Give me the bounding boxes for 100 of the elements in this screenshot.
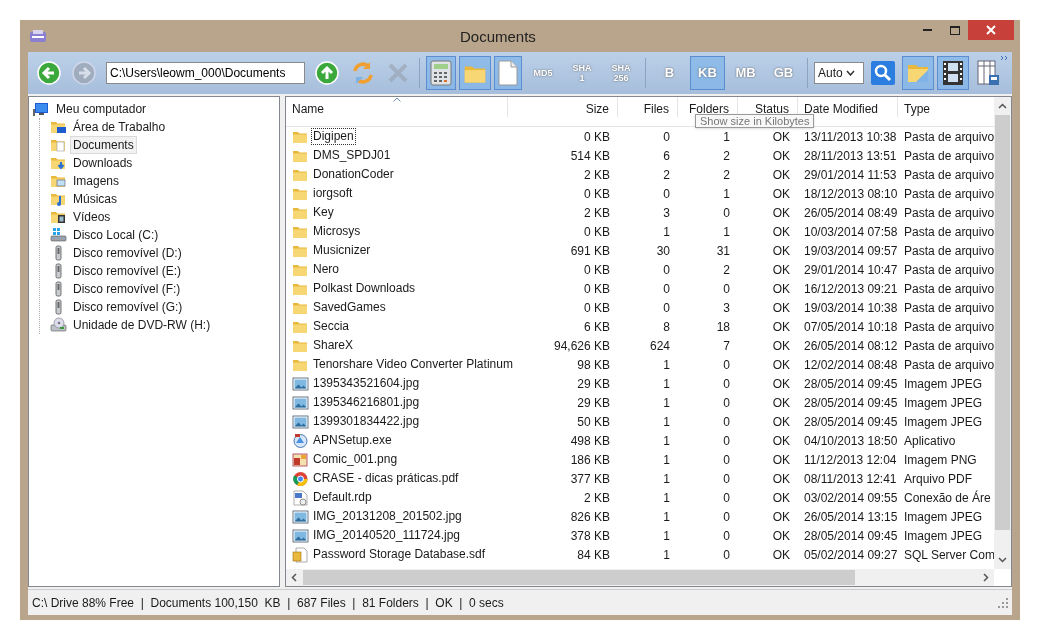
tree-item[interactable]: Músicas (70, 190, 120, 208)
status-text: OK (771, 261, 791, 279)
file-button[interactable] (494, 56, 522, 90)
file-name[interactable]: 1395346216801.jpg (312, 395, 421, 410)
tree-item[interactable]: Área de Trabalho (70, 118, 169, 136)
scrollbar-thumb[interactable] (303, 570, 855, 585)
tree-item[interactable]: Disco Local (C:) (70, 226, 162, 244)
file-name[interactable]: Microsys (312, 224, 362, 239)
folder-count: 0 (722, 432, 731, 450)
close-button[interactable] (968, 20, 1014, 40)
file-name[interactable]: 1395343521604.jpg (312, 376, 421, 391)
vertical-scrollbar[interactable] (994, 97, 1011, 569)
file-name[interactable]: Polkast Downloads (312, 281, 417, 296)
file-name[interactable]: iorgsoft (312, 186, 354, 201)
date-modified: 26/05/2014 08:12 (803, 337, 898, 355)
file-size: 0 KB (583, 185, 611, 203)
status-text: OK (771, 280, 791, 298)
folder-count: 1 (722, 128, 731, 146)
file-type: Imagem JPEG (903, 527, 984, 545)
folder-button[interactable] (459, 56, 491, 90)
file-name[interactable]: CRASE - dicas práticas.pdf (312, 471, 460, 486)
tree-item[interactable]: Disco removível (F:) (70, 280, 184, 298)
file-name[interactable]: Musicnizer (312, 243, 372, 258)
file-count: 1 (662, 375, 671, 393)
file-name[interactable]: Tenorshare Video Converter Platinum (312, 357, 514, 372)
date-modified: 18/12/2013 08:10 (803, 185, 898, 203)
setup-file-icon (292, 432, 309, 449)
refresh-icon (350, 60, 376, 86)
file-name[interactable]: Password Storage Database.sdf (312, 547, 487, 562)
tree-item[interactable]: Disco removível (D:) (70, 244, 185, 262)
sort-ascending-icon (393, 97, 401, 102)
tree-item[interactable]: Downloads (70, 154, 136, 172)
file-type: SQL Server Com (903, 546, 994, 564)
status-text: OK (771, 356, 791, 374)
file-name[interactable]: Nero (312, 262, 340, 277)
status-text: OK (771, 489, 791, 507)
file-count: 0 (662, 280, 671, 298)
file-count: 624 (648, 337, 671, 355)
status-text: OK (771, 147, 791, 165)
size-mode-dropdown[interactable]: Auto (814, 62, 864, 84)
status-text: OK (771, 394, 791, 412)
file-name[interactable]: Digipen (312, 129, 355, 144)
file-name[interactable]: SavedGames (312, 300, 387, 315)
address-field[interactable]: C:\Users\leowm_000\Documents (106, 62, 305, 84)
drive-icon (50, 227, 67, 243)
file-size: 186 KB (569, 451, 611, 469)
calculator-button[interactable] (426, 56, 456, 90)
file-name[interactable]: ShareX (312, 338, 355, 353)
file-type: Imagem JPEG (903, 508, 984, 526)
image-file-icon (292, 394, 309, 411)
tree-item[interactable]: Vídeos (70, 208, 114, 226)
file-name[interactable]: Comic_001.png (312, 452, 399, 467)
file-name[interactable]: DonationCoder (312, 167, 395, 182)
status-text: OK (771, 375, 791, 393)
file-name[interactable]: DMS_SPDJ01 (312, 148, 392, 163)
file-size: 826 KB (569, 508, 611, 526)
folder-count: 2 (722, 261, 731, 279)
x-icon (387, 62, 409, 84)
file-name[interactable]: IMG_20131208_201502.jpg (312, 509, 463, 524)
arrow-up-icon (315, 61, 339, 85)
folder-count: 0 (722, 527, 731, 545)
scroll-right-icon (983, 573, 989, 582)
app-icon (29, 29, 47, 43)
arrow-left-icon (37, 61, 61, 85)
folder-count: 31 (715, 242, 731, 260)
folder-icon (50, 155, 67, 171)
folder-count: 1 (722, 185, 731, 203)
window-title: Documents (460, 27, 536, 47)
file-name[interactable]: Default.rdp (312, 490, 373, 505)
file-name[interactable]: APNSetup.exe (312, 433, 393, 448)
folder-count: 0 (722, 451, 731, 469)
status-text: OK (771, 470, 791, 488)
column-header[interactable]: Size (508, 97, 618, 117)
file-name[interactable]: Seccia (312, 319, 351, 334)
tree-item[interactable]: Disco removível (E:) (70, 262, 185, 280)
column-header[interactable]: Name (286, 97, 508, 117)
date-modified: 04/10/2013 18:50 (803, 432, 898, 450)
database-file-icon (292, 546, 309, 563)
tree-item[interactable]: Meu computador (53, 100, 150, 118)
file-name[interactable]: IMG_20140520_111724.jpg (312, 528, 461, 543)
image-file-icon (292, 375, 309, 392)
film-button[interactable] (937, 56, 969, 90)
date-modified: 26/05/2014 13:15 (803, 508, 898, 526)
tree-item[interactable]: Disco removível (G:) (70, 298, 186, 316)
file-count: 8 (662, 318, 671, 336)
file-type: Imagem JPEG (903, 394, 984, 412)
file-count: 1 (662, 413, 671, 431)
scrollbar-thumb[interactable] (995, 115, 1010, 530)
file-size: 0 KB (583, 223, 611, 241)
tree-item[interactable]: Unidade de DVD-RW (H:) (70, 316, 214, 334)
status-text: OK (771, 527, 791, 545)
horizontal-scrollbar[interactable] (286, 569, 994, 586)
folder-count: 0 (722, 356, 731, 374)
file-name[interactable]: Key (312, 205, 335, 220)
date-modified: 28/05/2014 09:45 (803, 375, 898, 393)
tree-item[interactable]: Imagens (70, 172, 123, 190)
file-count: 1 (662, 223, 671, 241)
tree-item[interactable]: Documents (70, 136, 137, 154)
column-header[interactable]: Files (618, 97, 678, 117)
file-name[interactable]: 1399301834422.jpg (312, 414, 421, 429)
